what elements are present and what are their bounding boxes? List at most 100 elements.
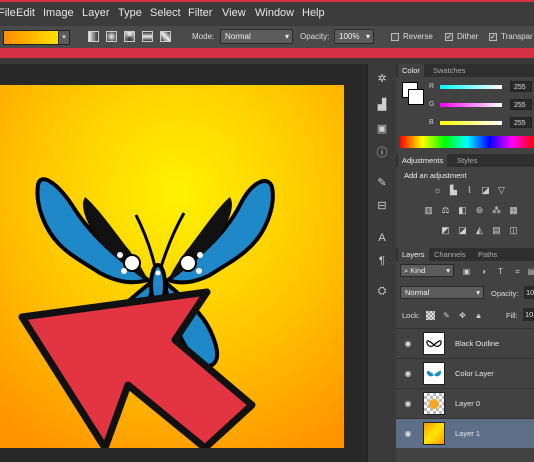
visibility-eye-icon[interactable]: ◉ bbox=[403, 369, 413, 379]
visibility-eye-icon[interactable]: ◉ bbox=[403, 429, 413, 439]
dither-checkbox[interactable]: ✓ bbox=[445, 33, 453, 41]
lock-transparent-icon[interactable] bbox=[426, 311, 435, 320]
brush-icon[interactable]: ✎ bbox=[374, 176, 390, 190]
menu-select[interactable]: Select bbox=[150, 7, 181, 19]
menu-view[interactable]: View bbox=[222, 7, 246, 19]
black-white-icon[interactable]: ◧ bbox=[457, 205, 468, 216]
butterfly-outline-thumbnail-icon bbox=[426, 340, 442, 347]
brightness-icon[interactable]: ☼ bbox=[432, 185, 443, 196]
menu-filter[interactable]: Filter bbox=[188, 7, 212, 19]
opacity-field[interactable]: 100% ▾ bbox=[334, 29, 374, 44]
fill-field[interactable]: 10 bbox=[523, 308, 534, 321]
layer-row-layer-0[interactable]: ◉ Layer 0 bbox=[396, 388, 534, 418]
info-icon[interactable]: ▣ bbox=[374, 122, 390, 136]
image-canvas[interactable] bbox=[0, 85, 344, 448]
g-slider[interactable] bbox=[440, 103, 502, 107]
angle-gradient-icon[interactable] bbox=[124, 31, 135, 42]
tab-styles[interactable]: Styles bbox=[453, 154, 481, 167]
layer-row-layer-1[interactable]: ◉ Layer 1 bbox=[396, 418, 534, 448]
channel-mixer-icon[interactable]: ⁂ bbox=[491, 205, 502, 216]
lock-pixels-icon[interactable]: ✎ bbox=[442, 311, 451, 320]
visibility-eye-icon[interactable]: ◉ bbox=[403, 339, 413, 349]
layer-thumbnail bbox=[423, 422, 445, 445]
g-value-field[interactable]: 255 bbox=[510, 99, 532, 110]
menu-bar: File Edit Image Layer Type Select Filter… bbox=[0, 0, 534, 26]
lock-label: Lock: bbox=[402, 311, 420, 320]
threshold-icon[interactable]: ◭ bbox=[474, 225, 485, 236]
menu-edit[interactable]: Edit bbox=[16, 7, 35, 19]
posterize-icon[interactable]: ◪ bbox=[457, 225, 468, 236]
mode-select[interactable]: Normal ▾ bbox=[220, 29, 293, 44]
layer-opacity-field[interactable]: 10 bbox=[524, 286, 534, 299]
canvas-artwork bbox=[0, 85, 344, 448]
transparency-checkbox[interactable]: ✓ bbox=[489, 33, 497, 41]
search-icon: ⌕ bbox=[404, 266, 409, 275]
opacity-value: 100% bbox=[339, 32, 360, 41]
menu-type[interactable]: Type bbox=[118, 7, 142, 19]
histogram-icon[interactable]: ▟ bbox=[374, 98, 390, 112]
smart-object-filter-icon[interactable]: ▤ bbox=[527, 267, 534, 276]
hue-saturation-icon[interactable]: ▥ bbox=[423, 205, 434, 216]
gradient-picker-arrow[interactable]: ▾ bbox=[58, 30, 70, 45]
lock-all-icon[interactable]: 🔒︎ bbox=[474, 311, 483, 320]
photo-filter-icon[interactable]: ⊚ bbox=[474, 205, 485, 216]
background-color-swatch[interactable] bbox=[408, 89, 424, 105]
tab-channels[interactable]: Channels bbox=[430, 248, 470, 261]
layer-opacity-label: Opacity: bbox=[491, 289, 519, 298]
reflected-gradient-icon[interactable] bbox=[142, 31, 153, 42]
tab-adjustments[interactable]: Adjustments bbox=[398, 154, 448, 167]
b-value-field[interactable]: 255 bbox=[510, 117, 532, 128]
menu-file[interactable]: File bbox=[0, 7, 16, 19]
pixel-filter-icon[interactable]: ▣ bbox=[462, 267, 471, 276]
visibility-eye-icon[interactable]: ◉ bbox=[403, 399, 413, 409]
navigator-icon[interactable]: ✲ bbox=[374, 72, 390, 86]
properties-icon[interactable]: ⓘ bbox=[374, 146, 390, 160]
gradient-map-icon[interactable]: ▤ bbox=[491, 225, 502, 236]
layer-row-color-layer[interactable]: ◉ Color Layer bbox=[396, 358, 534, 388]
color-balance-icon[interactable]: ⚖ bbox=[440, 205, 451, 216]
options-bar: ▾ Mode: Normal ▾ Opacity: 100% ▾ Reverse… bbox=[0, 26, 534, 49]
shape-filter-icon[interactable]: ⌗ bbox=[513, 267, 522, 276]
selective-color-icon[interactable]: ◫ bbox=[508, 225, 519, 236]
r-value-field[interactable]: 255 bbox=[510, 81, 532, 92]
linear-gradient-icon[interactable] bbox=[88, 31, 99, 42]
type-filter-icon[interactable]: T bbox=[496, 267, 505, 276]
fill-label: Fill: bbox=[506, 311, 518, 320]
curves-icon[interactable]: ⌇ bbox=[464, 185, 475, 196]
radial-gradient-icon[interactable] bbox=[106, 31, 117, 42]
menu-help[interactable]: Help bbox=[302, 7, 325, 19]
tab-layers[interactable]: Layers bbox=[398, 248, 429, 261]
brush-presets-icon[interactable]: ⊟ bbox=[374, 199, 390, 213]
layer-thumbnail bbox=[423, 332, 445, 355]
color-lookup-icon[interactable]: ▦ bbox=[508, 205, 519, 216]
vibrance-icon[interactable]: ▽ bbox=[496, 185, 507, 196]
r-slider[interactable] bbox=[440, 85, 502, 89]
layers-panel-tabs: Layers Channels Paths bbox=[396, 248, 534, 261]
menu-image[interactable]: Image bbox=[43, 7, 74, 19]
mode-label: Mode: bbox=[192, 32, 215, 41]
reverse-checkbox[interactable] bbox=[391, 33, 399, 41]
levels-icon[interactable]: ▙ bbox=[448, 185, 459, 196]
layer-filter-kind-select[interactable]: ⌕ Kind ▾ bbox=[400, 264, 454, 277]
gradient-preview[interactable] bbox=[3, 30, 59, 45]
adjustment-filter-icon[interactable]: ◑ bbox=[479, 267, 488, 276]
menu-layer[interactable]: Layer bbox=[82, 7, 110, 19]
orange-circle-thumbnail-icon bbox=[429, 399, 439, 409]
character-icon[interactable]: A bbox=[374, 231, 390, 245]
exposure-icon[interactable]: ◪ bbox=[480, 185, 491, 196]
diamond-gradient-icon[interactable] bbox=[160, 31, 171, 42]
menu-window[interactable]: Window bbox=[255, 7, 294, 19]
layer-thumbnail bbox=[423, 362, 445, 385]
paragraph-icon[interactable]: ¶ bbox=[374, 254, 390, 268]
tab-color[interactable]: Color bbox=[398, 64, 424, 77]
color-spectrum-bar[interactable] bbox=[400, 136, 534, 148]
lock-position-icon[interactable]: ✥ bbox=[458, 311, 467, 320]
invert-icon[interactable]: ◩ bbox=[440, 225, 451, 236]
tab-paths[interactable]: Paths bbox=[474, 248, 501, 261]
adjustments-panel-tabs: Adjustments Styles bbox=[396, 154, 534, 167]
clone-source-icon[interactable]: ⛭ bbox=[374, 284, 390, 298]
blend-mode-select[interactable]: Normal ▾ bbox=[400, 286, 484, 299]
tab-swatches[interactable]: Swatches bbox=[429, 64, 470, 77]
layer-row-black-outline[interactable]: ◉ Black Outline bbox=[396, 328, 534, 358]
b-slider[interactable] bbox=[440, 121, 502, 125]
